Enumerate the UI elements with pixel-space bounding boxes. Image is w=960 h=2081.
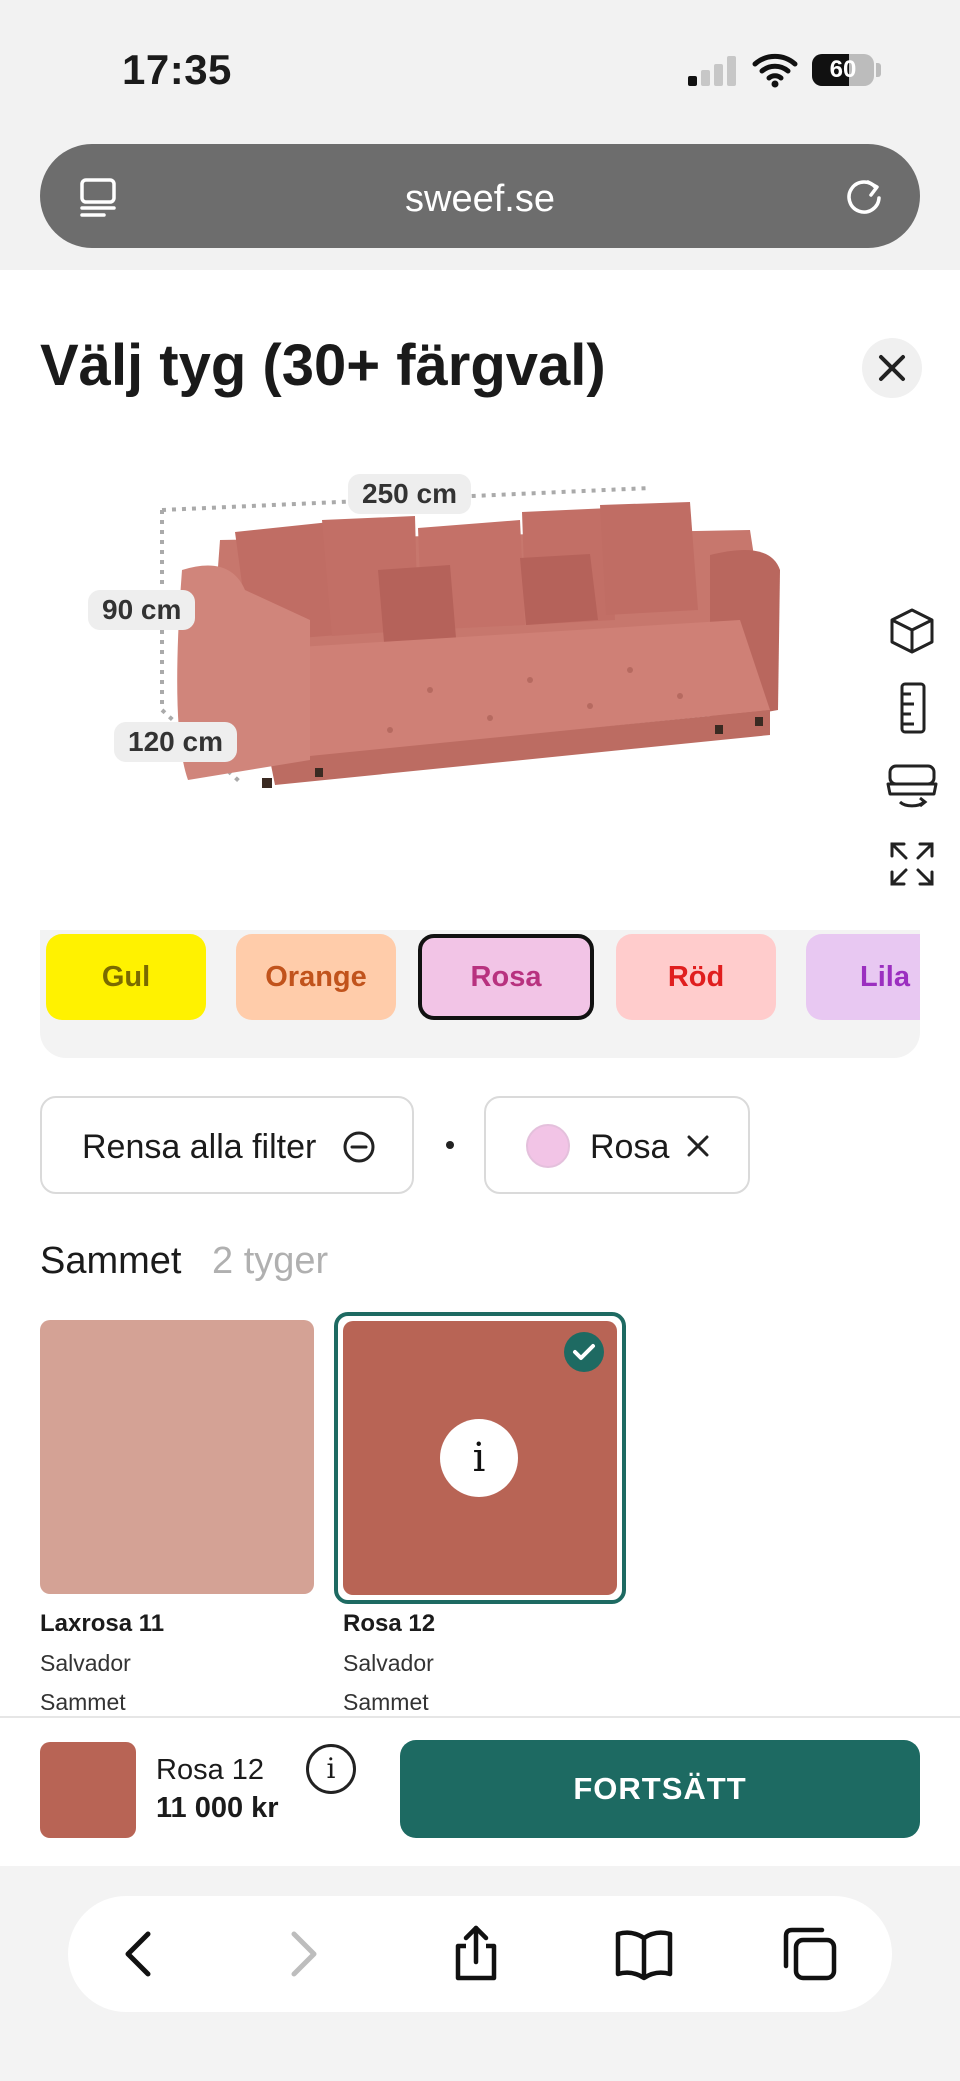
status-time: 17:35 — [122, 46, 232, 93]
bookmarks-icon[interactable] — [612, 1922, 676, 1986]
address-bar[interactable]: sweef.se — [40, 144, 920, 248]
wifi-icon — [752, 53, 798, 88]
color-chip-gul[interactable]: Gul — [46, 934, 206, 1020]
selection-bar: Rosa 12 11 000 kr i FORTSÄTT — [0, 1716, 960, 1866]
dimension-height: 90 cm — [88, 590, 196, 630]
sofa-image: 250 cm 90 cm 120 cm — [70, 460, 830, 800]
fabric-material: Sammet — [343, 1689, 429, 1715]
battery-icon: 60 — [812, 54, 874, 86]
continue-button[interactable]: FORTSÄTT — [400, 1740, 920, 1838]
battery-percent: 60 — [829, 56, 857, 83]
url-text[interactable]: sweef.se — [40, 178, 920, 221]
dimension-width: 250 cm — [348, 474, 471, 514]
fabric-count: 2 tyger — [212, 1240, 329, 1282]
status-bar: 17:35 60 — [0, 0, 960, 140]
check-icon — [564, 1332, 604, 1372]
fabric-material: Sammet — [40, 1689, 126, 1715]
clear-filters-button[interactable]: Rensa alla filter — [40, 1096, 414, 1194]
fabric-name: Laxrosa 11 — [40, 1610, 165, 1637]
selected-price: 11 000 kr — [156, 1792, 279, 1824]
selected-fabric-thumbnail — [40, 1742, 136, 1838]
fullscreen-icon[interactable] — [884, 836, 940, 892]
close-icon — [879, 355, 905, 381]
forward-icon[interactable] — [270, 1922, 334, 1986]
dimension-depth: 120 cm — [114, 722, 237, 762]
3d-view-icon[interactable] — [884, 602, 940, 658]
color-dot — [526, 1124, 570, 1168]
browser-address-area: sweef.se — [0, 140, 960, 270]
cellular-signal-icon — [688, 56, 738, 86]
back-icon[interactable] — [108, 1922, 172, 1986]
info-icon[interactable]: i — [306, 1744, 356, 1794]
sofa-rotate-icon[interactable] — [884, 758, 940, 814]
fabric-section-title: Sammet — [40, 1240, 182, 1282]
minus-circle-icon — [343, 1131, 375, 1163]
share-icon[interactable] — [444, 1922, 508, 1986]
color-chip-orange[interactable]: Orange — [236, 934, 396, 1020]
active-filter-rosa[interactable]: Rosa — [484, 1096, 750, 1194]
active-filter-label: Rosa — [590, 1128, 670, 1166]
filter-separator — [446, 1141, 454, 1149]
reload-icon[interactable] — [842, 174, 886, 218]
color-filter-chips: Gul Orange Rosa Röd Lila — [40, 930, 920, 1058]
clear-filters-label: Rensa alla filter — [82, 1128, 317, 1166]
battery-cap — [876, 63, 881, 77]
tabs-icon[interactable] — [778, 1922, 842, 1986]
remove-filter-icon[interactable] — [684, 1132, 712, 1160]
fabric-collection: Salvador — [343, 1650, 434, 1676]
page-title: Välj tyg (30+ färgval) — [40, 333, 606, 398]
fabric-name: Rosa 12 — [343, 1610, 436, 1637]
fabric-collection: Salvador — [40, 1650, 131, 1676]
close-button[interactable] — [862, 338, 922, 398]
browser-toolbar — [68, 1896, 892, 2012]
fabric-info-icon[interactable]: i — [440, 1419, 518, 1497]
selected-fabric-name: Rosa 12 — [156, 1754, 265, 1786]
color-chip-rosa[interactable]: Rosa — [418, 934, 594, 1020]
ruler-icon[interactable] — [884, 680, 940, 736]
color-chip-rod[interactable]: Röd — [616, 934, 776, 1020]
color-chip-lila[interactable]: Lila — [806, 934, 920, 1020]
fabric-swatch-laxrosa-11[interactable] — [40, 1320, 314, 1594]
